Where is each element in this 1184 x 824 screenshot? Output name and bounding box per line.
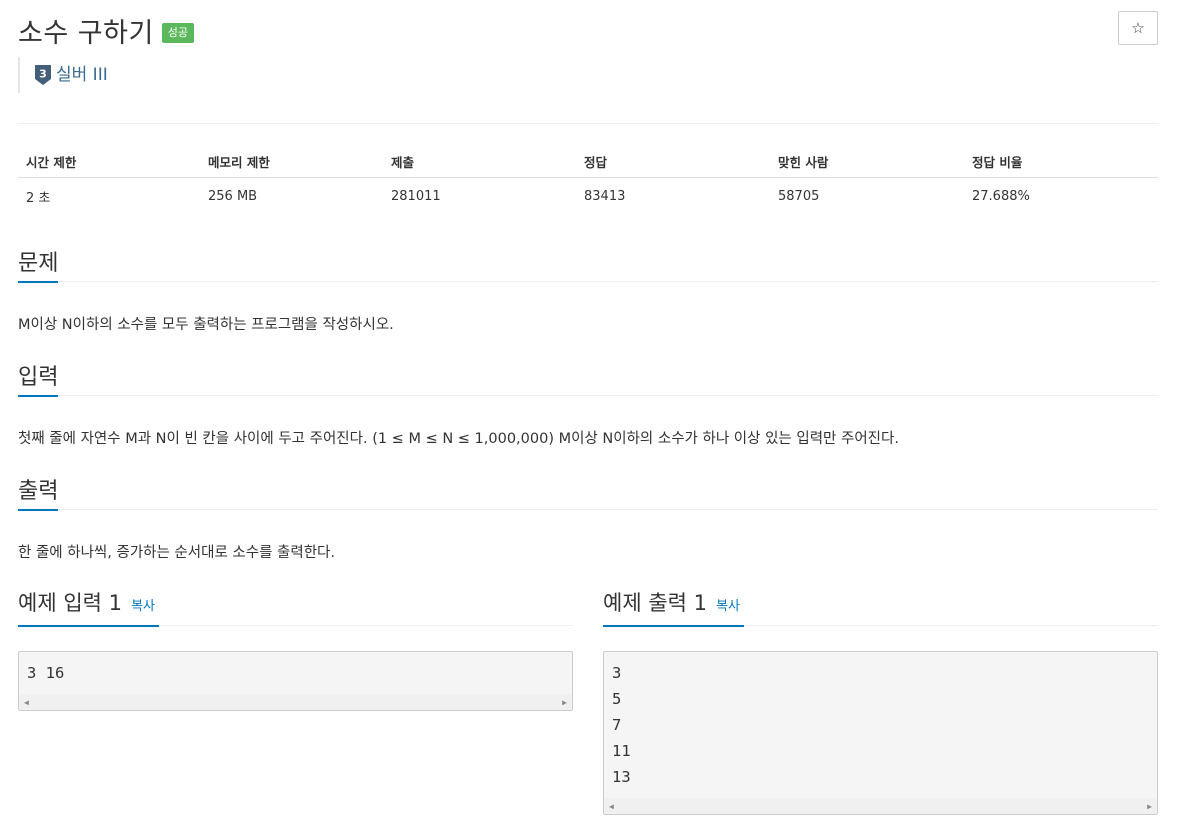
problem-section: 문제 M이상 N이하의 소수를 모두 출력하는 프로그램을 작성하시오. — [18, 246, 1158, 333]
horizontal-scrollbar[interactable]: ◀ ▶ — [604, 798, 1157, 814]
sample-output-line: 5 — [612, 690, 622, 708]
sample-input-title-wrap: 예제 입력 1 복사 — [18, 583, 160, 627]
section-title-output: 출력 — [18, 475, 59, 511]
sample-output-line: 13 — [612, 768, 631, 786]
tier-level: 3 — [39, 68, 47, 81]
sample-input-line: 3 16 — [27, 664, 65, 682]
tier-info: 3 실버 III — [18, 57, 108, 93]
problem-title: 소수 구하기 — [18, 17, 154, 49]
value-submissions: 281011 — [391, 188, 441, 204]
sample-input-block: 예제 입력 1 복사 3 16 ◀ ▶ — [18, 583, 573, 711]
horizontal-scrollbar[interactable]: ◀ ▶ — [19, 694, 572, 710]
divider — [18, 123, 1158, 124]
value-solvers: 58705 — [778, 188, 820, 204]
section-title-problem: 문제 — [18, 247, 59, 283]
header-solvers: 맞힌 사람 — [778, 154, 829, 170]
sample-output-header: 예제 출력 1 복사 — [603, 583, 1158, 627]
header-accepted: 정답 — [584, 154, 608, 170]
table-row: 2 초 256 MB 281011 83413 58705 27.688% — [18, 178, 1158, 214]
input-description: 첫째 줄에 자연수 M과 N이 빈 칸을 사이에 두고 주어진다. (1 ≤ M… — [18, 431, 899, 447]
scroll-left-icon: ◀ — [609, 802, 614, 811]
problem-info-table: 시간 제한 메모리 제한 제출 정답 맞힌 사람 정답 비율 2 초 256 M… — [18, 145, 1158, 214]
star-icon: ☆ — [1131, 19, 1145, 37]
favorite-star-button[interactable]: ☆ — [1118, 11, 1158, 45]
output-section: 출력 한 줄에 하나씩, 증가하는 순서대로 소수를 출력한다. — [18, 474, 1158, 561]
sample-output-line: 7 — [612, 716, 622, 734]
sample-input-code[interactable]: 3 16 ◀ ▶ — [18, 651, 573, 711]
problem-description: M이상 N이하의 소수를 모두 출력하는 프로그램을 작성하시오. — [18, 317, 394, 333]
scroll-right-icon: ▶ — [1147, 802, 1152, 811]
header-time-limit: 시간 제한 — [26, 154, 77, 170]
sample-input-title: 예제 입력 1 — [18, 591, 122, 615]
header-submissions: 제출 — [391, 154, 415, 170]
sample-output-title: 예제 출력 1 — [603, 591, 707, 615]
scroll-left-icon: ◀ — [24, 698, 29, 707]
sample-output-code[interactable]: 3 5 7 11 13 ◀ ▶ — [603, 651, 1158, 815]
sample-output-title-wrap: 예제 출력 1 복사 — [603, 583, 745, 627]
problem-page: 소수 구하기 성공 ☆ 3 실버 III 시간 제한 메모리 제한 제출 정답 … — [18, 0, 1158, 824]
value-accept-rate: 27.688% — [972, 188, 1030, 204]
sample-output-block: 예제 출력 1 복사 3 5 7 11 13 ◀ ▶ — [603, 583, 1158, 815]
section-header: 출력 — [18, 474, 1158, 511]
value-time-limit: 2 초 — [26, 190, 51, 206]
sample-output-line: 3 — [612, 664, 622, 682]
sample-input-header: 예제 입력 1 복사 — [18, 583, 573, 627]
section-header: 문제 — [18, 246, 1158, 283]
scroll-right-icon: ▶ — [562, 698, 567, 707]
header-accept-rate: 정답 비율 — [972, 154, 1023, 170]
table-header-row: 시간 제한 메모리 제한 제출 정답 맞힌 사람 정답 비율 — [18, 145, 1158, 178]
section-header: 입력 — [18, 360, 1158, 397]
sample-output-line: 11 — [612, 742, 631, 760]
value-memory-limit: 256 MB — [208, 188, 258, 204]
output-description: 한 줄에 하나씩, 증가하는 순서대로 소수를 출력한다. — [18, 545, 336, 561]
value-accepted: 83413 — [584, 188, 626, 204]
tier-link[interactable]: 실버 III — [56, 65, 108, 85]
input-section: 입력 첫째 줄에 자연수 M과 N이 빈 칸을 사이에 두고 주어진다. (1 … — [18, 360, 1158, 447]
header-memory-limit: 메모리 제한 — [208, 154, 270, 170]
status-badge: 성공 — [161, 23, 195, 43]
copy-sample-output-button[interactable]: 복사 — [716, 599, 740, 614]
title-row: 소수 구하기 성공 — [18, 12, 195, 49]
section-title-input: 입력 — [18, 361, 59, 397]
copy-sample-input-button[interactable]: 복사 — [131, 599, 155, 614]
tier-badge-icon: 3 — [35, 65, 51, 85]
